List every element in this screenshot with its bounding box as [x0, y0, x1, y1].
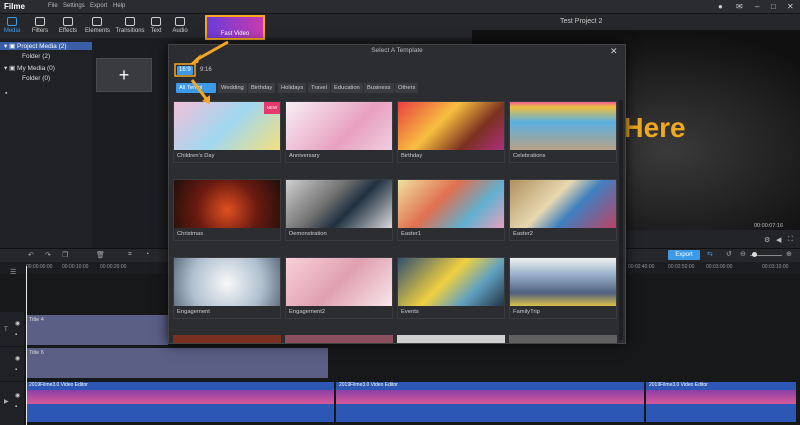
annotation-arrows — [174, 40, 229, 104]
arrow-to-ratio — [195, 40, 229, 62]
arrow-to-template — [190, 79, 209, 101]
ratio-highlight-box — [174, 63, 196, 77]
